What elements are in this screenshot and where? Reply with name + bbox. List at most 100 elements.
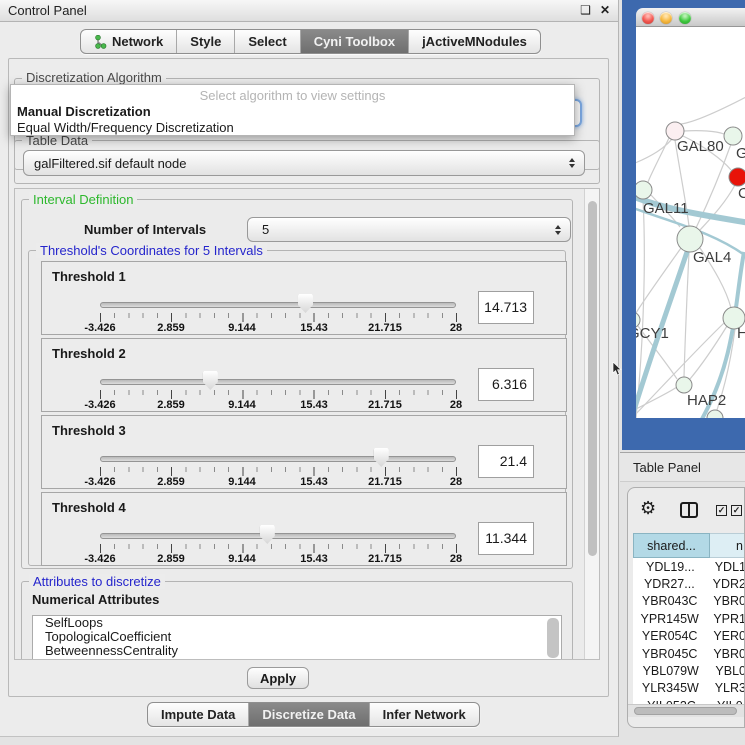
label-gal80: GAL80 (677, 138, 724, 155)
gear-icon[interactable]: ⚙ (640, 498, 656, 519)
table-horizontal-scrollbar[interactable] (628, 704, 745, 717)
node-hap2[interactable] (676, 377, 692, 393)
settings-vertical-scrollbar[interactable] (584, 189, 599, 659)
list-item[interactable]: SelfLoops (33, 616, 561, 630)
discretization-algorithm-group-title: Discretization Algorithm (22, 70, 166, 85)
threshold-2-slider-track[interactable] (100, 379, 456, 385)
network-graph: GAL80 GA C GAL11 GAL4 GCY1 H HAP2 (636, 27, 745, 418)
zoom-traffic-light-icon[interactable] (679, 12, 691, 24)
threshold-2-value-field[interactable]: 6.316 (478, 368, 534, 401)
slider-tick-marks (100, 390, 457, 399)
attributes-group: Attributes to discretize Numerical Attri… (21, 581, 573, 660)
tab-cyni-toolbox[interactable]: Cyni Toolbox (301, 30, 409, 53)
table-data-combobox[interactable]: galFiltered.sif default node (23, 150, 585, 176)
table-row[interactable]: YDL19... YDL1 (633, 558, 745, 575)
interval-definition-title: Interval Definition (29, 192, 137, 207)
scrollbar-thumb[interactable] (634, 707, 737, 715)
tab-network[interactable]: Network (81, 30, 177, 53)
top-tabstrip: Network Style Select Cyni Toolbox jActiv… (80, 29, 541, 54)
numerical-attributes-list[interactable]: SelfLoops TopologicalCoefficient Between… (32, 615, 562, 660)
threshold-4-label: Threshold 4 (52, 500, 126, 515)
column-header-shared-name[interactable]: shared... (633, 533, 710, 558)
table-row[interactable]: YIL052C YIL0 (633, 697, 745, 704)
network-window-titlebar[interactable] (636, 8, 745, 27)
control-panel-titlebar: Control Panel ❑ ✕ (0, 0, 618, 22)
float-window-icon[interactable]: ❑ (580, 3, 591, 17)
table-row[interactable]: YBR043C YBR0 (633, 593, 745, 610)
tab-discretize-data[interactable]: Discretize Data (249, 703, 369, 726)
split-columns-icon[interactable] (680, 502, 698, 518)
table-panel-header: Table Panel (620, 452, 745, 482)
threshold-1-slider-thumb[interactable] (298, 294, 313, 313)
numerical-attributes-label: Numerical Attributes (32, 592, 159, 607)
attributes-group-title: Attributes to discretize (29, 574, 165, 589)
table-data-selected-value: galFiltered.sif default node (34, 156, 186, 171)
label-gal11: GAL11 (643, 200, 689, 217)
tab-jactivemnodules[interactable]: jActiveMNodules (409, 30, 540, 53)
dropdown-option-manual-discretization[interactable]: Manual Discretization (17, 104, 151, 119)
checkbox-icon[interactable]: ✓ (716, 505, 727, 516)
tab-select[interactable]: Select (235, 30, 300, 53)
threshold-3-label: Threshold 3 (52, 423, 126, 438)
tab-infer-network[interactable]: Infer Network (370, 703, 479, 726)
slider-tick-marks (100, 313, 457, 322)
apply-button[interactable]: Apply (247, 667, 309, 689)
threshold-1-panel: Threshold 1 -3.426 2.859 9.144 15.43 21.… (41, 261, 567, 335)
close-traffic-light-icon[interactable] (642, 12, 654, 24)
checkbox-icon[interactable]: ✓ (731, 505, 742, 516)
combo-stepper-icon (569, 158, 575, 168)
thresholds-coordinates-group: Threshold's Coordinates for 5 Intervals … (28, 250, 566, 566)
threshold-3-slider-track[interactable] (100, 456, 456, 462)
slider-tick-marks (100, 467, 457, 476)
algorithm-dropdown-popup: Select algorithm to view settings Manual… (10, 84, 575, 136)
list-item[interactable]: TopologicalCoefficient (33, 630, 561, 644)
table-row[interactable]: YER054C YER0 (633, 628, 745, 645)
label-hap2: HAP2 (687, 392, 726, 409)
node-selected-red[interactable] (729, 168, 745, 186)
table-row[interactable]: YDR27... YDR2 (633, 575, 745, 592)
label-partial-top-right: GA (736, 145, 745, 162)
tab-network-label: Network (112, 34, 163, 49)
table-header-row: shared... n (633, 533, 745, 558)
threshold-2-panel: Threshold 2 -3.426 2.859 9.144 15.43 21.… (41, 338, 567, 412)
node-gal11[interactable] (636, 181, 652, 199)
threshold-4-slider-track[interactable] (100, 533, 456, 539)
network-canvas[interactable]: GAL80 GA C GAL11 GAL4 GCY1 H HAP2 (636, 27, 745, 418)
threshold-4-value-field[interactable]: 11.344 (478, 522, 534, 555)
label-partial-mid-right: H (737, 325, 745, 342)
scrollbar-thumb[interactable] (588, 201, 597, 556)
dropdown-option-equal-width-frequency[interactable]: Equal Width/Frequency Discretization (17, 120, 234, 135)
threshold-3-slider-thumb[interactable] (374, 448, 389, 467)
label-gcy1: GCY1 (636, 325, 669, 342)
mouse-cursor (612, 362, 622, 376)
tab-style[interactable]: Style (177, 30, 235, 53)
minimize-traffic-light-icon[interactable] (660, 12, 672, 24)
number-of-intervals-combobox[interactable]: 5 (247, 217, 571, 242)
list-item[interactable]: BetweennessCentrality (33, 644, 561, 658)
interval-definition-group: Interval Definition Number of Intervals … (21, 199, 573, 569)
table-row[interactable]: YPR145W YPR1 (633, 610, 745, 627)
table-row[interactable]: YBR045C YBR0 (633, 645, 745, 662)
label-partial-below-red: C (738, 185, 745, 202)
thresholds-coordinates-title: Threshold's Coordinates for 5 Intervals (36, 243, 267, 258)
threshold-3-value-field[interactable]: 21.4 (478, 445, 534, 478)
list-scrollbar[interactable] (547, 618, 559, 658)
threshold-1-slider-track[interactable] (100, 302, 456, 308)
threshold-2-label: Threshold 2 (52, 346, 126, 361)
window-title: Control Panel (8, 3, 87, 18)
tab-impute-data[interactable]: Impute Data (148, 703, 249, 726)
node-bottom-partial[interactable] (707, 410, 723, 418)
network-view-frame: GAL80 GA C GAL11 GAL4 GCY1 H HAP2 (622, 0, 745, 450)
threshold-4-slider-thumb[interactable] (260, 525, 275, 544)
network-icon (94, 35, 107, 49)
close-icon[interactable]: ✕ (600, 3, 610, 17)
threshold-4-panel: Threshold 4 -3.426 2.859 9.144 15.43 21.… (41, 492, 567, 566)
column-header-name[interactable]: n (710, 533, 745, 558)
network-nodes[interactable] (636, 122, 745, 418)
table-panel-title: Table Panel (633, 460, 701, 475)
threshold-1-value-field[interactable]: 14.713 (478, 291, 534, 324)
table-row[interactable]: YLR345W YLR3 (633, 680, 745, 697)
table-row[interactable]: YBL079W YBL0 (633, 662, 745, 679)
threshold-2-slider-thumb[interactable] (203, 371, 218, 390)
node-top-right[interactable] (724, 127, 742, 145)
